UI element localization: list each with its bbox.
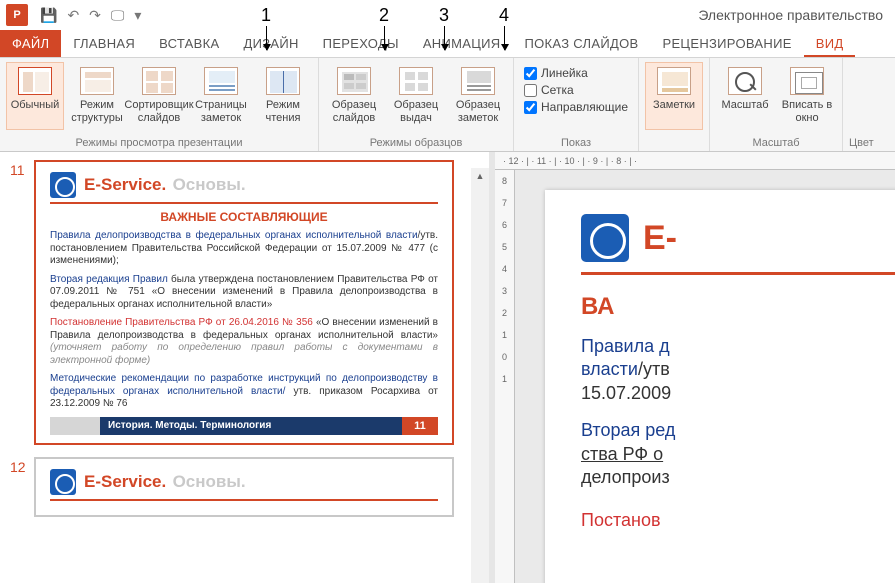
normal-view-icon (18, 67, 52, 95)
qat-save-icon[interactable]: 💾 (40, 7, 57, 24)
outline-view-icon (80, 67, 114, 95)
group-label-masters: Режимы образцов (325, 135, 507, 149)
slide-body-text: Правила д власти/утв 15.07.2009 Вторая р… (581, 335, 895, 533)
fit-window-icon (790, 67, 824, 95)
app-icon: P (6, 4, 28, 26)
group-master-views: Образец слайдов Образец выдач Образец за… (319, 58, 514, 151)
notes-master-button[interactable]: Образец заметок (449, 62, 507, 130)
group-color: Цвет (843, 58, 880, 151)
ribbon: Обычный Режим структуры Сортировщик слай… (0, 58, 895, 152)
thumbnail-slide-11[interactable]: 11 E-Service Основы ВАЖНЫЕ СОСТАВЛЯЮЩИЕ … (6, 160, 489, 445)
group-label-zoom: Масштаб (716, 135, 836, 149)
qat-redo-icon[interactable]: ↷ (89, 7, 101, 24)
ruler-checkbox[interactable]: Линейка (524, 66, 628, 80)
view-outline-button[interactable]: Режим структуры (68, 62, 126, 130)
tab-view[interactable]: ВИД (804, 30, 856, 57)
slide-master-button[interactable]: Образец слайдов (325, 62, 383, 130)
slide-thumbnail-panel: ▲ 11 E-Service Основы ВАЖНЫЕ СОСТАВЛЯЮЩИ… (0, 152, 495, 583)
group-label-notes-empty (645, 135, 703, 149)
guides-checkbox[interactable]: Направляющие (524, 100, 628, 114)
view-notes-page-button[interactable]: Страницы заметок (192, 62, 250, 130)
title-bar: P 💾 ↶ ↷ 🖵 ▾ Электронное правительство (0, 0, 895, 30)
tab-file[interactable]: ФАЙЛ (0, 30, 61, 57)
quick-access-toolbar: 💾 ↶ ↷ 🖵 ▾ (34, 7, 141, 24)
qat-undo-icon[interactable]: ↶ (67, 7, 79, 24)
group-label-color: Цвет (849, 135, 874, 149)
tab-transitions[interactable]: ПЕРЕХОДЫ (311, 30, 411, 57)
qat-slideshow-icon[interactable]: 🖵 (111, 7, 125, 24)
document-title: Электронное правительство (698, 7, 895, 23)
footer-bar: История. Методы. Терминология (100, 417, 402, 435)
slide-body: Правила делопроизводства в федеральных о… (50, 230, 438, 411)
brand-title-1: E-Service (84, 175, 166, 194)
tab-animations[interactable]: АНИМАЦИЯ (411, 30, 513, 57)
handout-master-button[interactable]: Образец выдач (387, 62, 445, 130)
notes-icon (657, 67, 691, 95)
handout-master-icon (399, 67, 433, 95)
slide-title: E- (643, 219, 677, 258)
tab-home[interactable]: ГЛАВНАЯ (61, 30, 147, 57)
horizontal-ruler[interactable]: · 12 · | · 11 · | · 10 · | · 9 · | · 8 ·… (495, 152, 895, 170)
group-notes: Заметки (639, 58, 710, 151)
brand-logo-icon (50, 172, 76, 198)
brand-title-2: Основы (173, 472, 246, 491)
notes-button[interactable]: Заметки (645, 62, 703, 130)
group-label-views: Режимы просмотра презентации (6, 135, 312, 149)
slide-canvas[interactable]: E- ВА Правила д власти/утв 15.07.2009 Вт… (515, 170, 895, 583)
view-reading-button[interactable]: Режим чтения (254, 62, 312, 130)
brand-logo-icon (581, 214, 629, 262)
group-show: Линейка Сетка Направляющие Показ (514, 58, 639, 151)
slide-subtitle: ВАЖНЫЕ СОСТАВЛЯЮЩИЕ (50, 210, 438, 224)
work-area: ▲ 11 E-Service Основы ВАЖНЫЕ СОСТАВЛЯЮЩИ… (0, 152, 895, 583)
brand-logo-icon (50, 469, 76, 495)
group-zoom: Масштаб Вписать в окно Масштаб (710, 58, 843, 151)
tab-design[interactable]: ДИЗАЙН (231, 30, 310, 57)
slide-number: 11 (6, 160, 34, 178)
notes-master-icon (461, 67, 495, 95)
grid-checkbox[interactable]: Сетка (524, 83, 628, 97)
zoom-icon (728, 67, 762, 95)
slide-subtitle: ВА (581, 293, 895, 321)
current-slide[interactable]: E- ВА Правила д власти/утв 15.07.2009 Вт… (545, 190, 895, 583)
slide-master-icon (337, 67, 371, 95)
brand-title-1: E-Service (84, 472, 166, 491)
group-label-show: Показ (520, 135, 632, 149)
qat-more-icon[interactable]: ▾ (134, 7, 141, 24)
view-sorter-button[interactable]: Сортировщик слайдов (130, 62, 188, 130)
separator (50, 202, 438, 204)
group-presentation-views: Обычный Режим структуры Сортировщик слай… (0, 58, 319, 151)
vertical-ruler[interactable]: 8765432101 (495, 170, 515, 583)
sorter-view-icon (142, 67, 176, 95)
notes-page-icon (204, 67, 238, 95)
slide-number: 12 (6, 457, 34, 475)
slide-editor[interactable]: · 12 · | · 11 · | · 10 · | · 9 · | · 8 ·… (495, 152, 895, 583)
reading-view-icon (266, 67, 300, 95)
tab-insert[interactable]: ВСТАВКА (147, 30, 231, 57)
thumbnail-scrollbar[interactable]: ▲ (471, 168, 489, 583)
thumbnail-slide-12[interactable]: 12 E-Service Основы (6, 457, 489, 517)
brand-title-2: Основы (173, 175, 246, 194)
slide-footer: История. Методы. Терминология 11 (50, 417, 438, 435)
ribbon-tabs: ФАЙЛ ГЛАВНАЯ ВСТАВКА ДИЗАЙН ПЕРЕХОДЫ АНИ… (0, 30, 895, 58)
tab-slideshow[interactable]: ПОКАЗ СЛАЙДОВ (512, 30, 650, 57)
zoom-button[interactable]: Масштаб (716, 62, 774, 130)
fit-window-button[interactable]: Вписать в окно (778, 62, 836, 130)
tab-review[interactable]: РЕЦЕНЗИРОВАНИЕ (650, 30, 803, 57)
view-normal-button[interactable]: Обычный (6, 62, 64, 130)
scroll-up-icon[interactable]: ▲ (471, 168, 489, 184)
footer-page-num: 11 (402, 417, 438, 435)
